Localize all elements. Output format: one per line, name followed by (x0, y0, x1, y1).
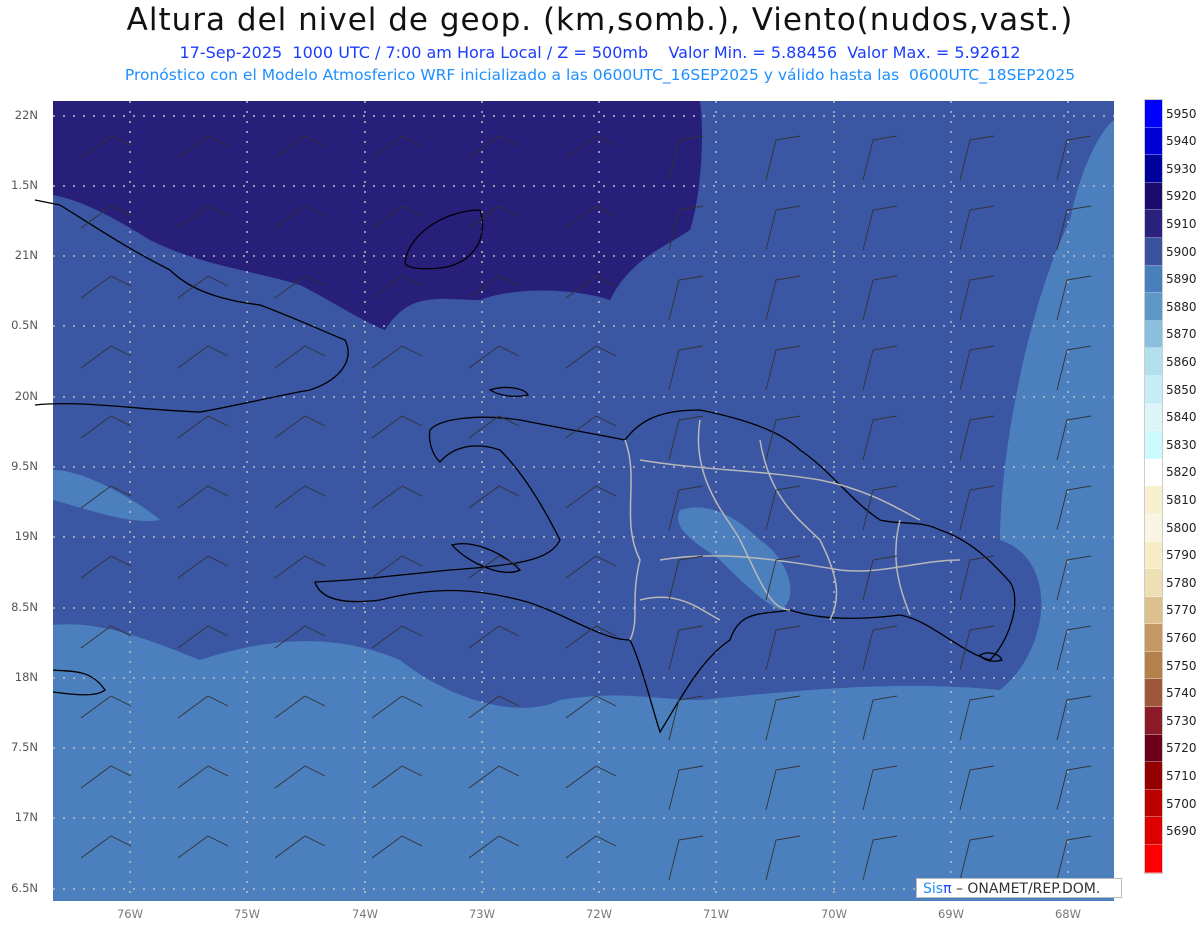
map-title: Altura del nivel de geop. (km,somb.), Vi… (126, 2, 1074, 38)
lat-label: 7.5N (11, 740, 38, 754)
colorbar-label: 5830 (1166, 437, 1197, 452)
lat-label: 21N (14, 248, 38, 262)
geopotential-map (34, 101, 1114, 901)
colorbar-label: 5910 (1166, 217, 1197, 231)
lat-label: 8.5N (11, 600, 38, 614)
colorbar-label: 5780 (1166, 575, 1197, 590)
colorbar-label: 5940 (1166, 134, 1197, 149)
colorbar-swatch (1145, 789, 1162, 818)
colorbar-swatch (1145, 734, 1162, 763)
logo-pi: π (943, 881, 952, 897)
colorbar-label: 5720 (1166, 741, 1197, 756)
colorbar-label: 5710 (1166, 769, 1197, 783)
colorbar-swatch (1145, 596, 1162, 625)
colorbar-swatch (1145, 293, 1162, 321)
colorbar-swatch (1145, 375, 1162, 404)
colorbar-swatch (1145, 817, 1162, 846)
lat-label: 9.5N (11, 459, 38, 473)
colorbar-swatch (1145, 513, 1162, 542)
colorbar-swatch (1145, 486, 1162, 514)
colorbar-label: 5880 (1166, 299, 1197, 314)
colorbar-swatch (1145, 541, 1162, 570)
logo-sis: Sis (923, 881, 944, 897)
lon-label: 74W (351, 907, 378, 921)
colorbar-label: 5790 (1166, 548, 1197, 563)
colorbar-label: 5690 (1166, 824, 1197, 839)
colorbar-label: 5890 (1166, 272, 1197, 287)
lon-label: 72W (585, 907, 612, 921)
colorbar-label: 5860 (1166, 355, 1197, 369)
colorbar-swatch (1145, 845, 1162, 873)
lon-label: 70W (820, 907, 847, 921)
colorbar-label: 5760 (1166, 631, 1197, 645)
lat-label: 18N (14, 670, 38, 684)
colorbar-swatch (1145, 707, 1162, 735)
colorbar-label: 5770 (1166, 603, 1197, 618)
credit-text: – ONAMET/REP.DOM. (951, 881, 1101, 897)
colorbar-label: 5920 (1166, 189, 1197, 204)
colorbar-swatch (1145, 651, 1162, 680)
colorbar-swatch (1145, 182, 1162, 211)
colorbar-label: 5740 (1166, 686, 1197, 701)
lat-label: 6.5N (11, 881, 38, 895)
colorbar-swatch (1145, 458, 1162, 487)
colorbar-swatch (1145, 679, 1162, 708)
colorbar-label: 5840 (1166, 410, 1197, 425)
colorbar-label: 5730 (1166, 713, 1197, 728)
lon-label: 69W (937, 907, 964, 921)
colorbar-label: 5810 (1166, 493, 1197, 507)
colorbar-label: 5950 (1166, 106, 1197, 121)
colorbar-swatch (1145, 431, 1162, 459)
lat-label: 1.5N (11, 178, 38, 192)
colorbar-label: 5750 (1166, 658, 1197, 673)
lat-label: 19N (14, 529, 38, 543)
colorbar-label: 5700 (1166, 796, 1197, 811)
lon-label: 68W (1054, 907, 1081, 921)
lon-label: 71W (702, 907, 729, 921)
colorbar-label: 5930 (1166, 161, 1197, 176)
lon-label: 73W (468, 907, 495, 921)
colorbar-swatch (1145, 320, 1162, 349)
colorbar-label: 5870 (1166, 327, 1197, 342)
colorbar-swatch (1145, 237, 1162, 266)
colorbar-swatch (1145, 569, 1162, 597)
colorbar-label: 5850 (1166, 382, 1197, 397)
lat-label: 22N (14, 108, 38, 122)
colorbar-swatch (1145, 624, 1162, 652)
colorbar-label: 5800 (1166, 520, 1197, 535)
lat-label: 20N (14, 389, 38, 403)
colorbar-label: 5820 (1166, 465, 1197, 480)
credit-logo: Sisπ – ONAMET/REP.DOM. (916, 878, 1122, 898)
colorbar (1144, 99, 1163, 874)
colorbar-swatch (1145, 265, 1162, 294)
colorbar-label: 5900 (1166, 244, 1197, 259)
colorbar-swatch (1145, 100, 1162, 128)
forecast-info: Pronóstico con el Modelo Atmosferico WRF… (124, 66, 1076, 84)
colorbar-swatch (1145, 403, 1162, 432)
colorbar-swatch (1145, 210, 1162, 238)
colorbar-swatch (1145, 762, 1162, 790)
lat-label: 17N (14, 810, 38, 824)
colorbar-swatch (1145, 155, 1162, 183)
map-subtitle: 17-Sep-2025 1000 UTC / 7:00 am Hora Loca… (179, 43, 1021, 62)
lon-label: 76W (116, 907, 143, 921)
colorbar-swatch (1145, 127, 1162, 156)
colorbar-swatch (1145, 348, 1162, 376)
lat-label: 0.5N (11, 318, 38, 332)
lon-label: 75W (233, 907, 260, 921)
